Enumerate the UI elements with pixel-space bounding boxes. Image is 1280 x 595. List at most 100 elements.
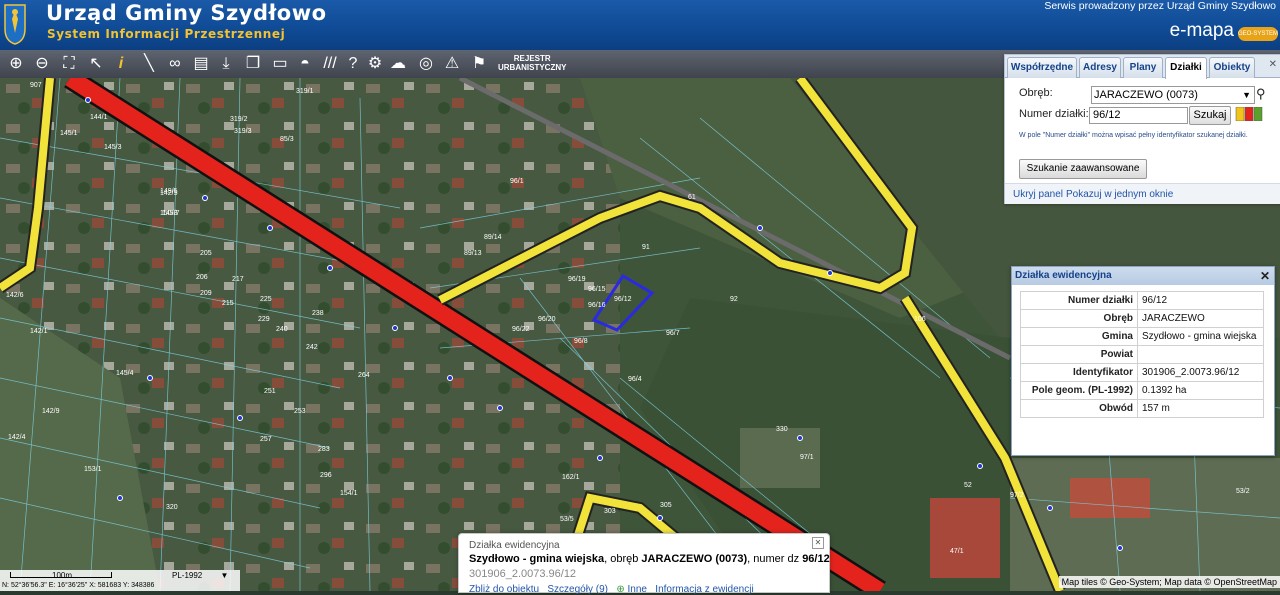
- row-key: Pole geom. (PL-1992): [1020, 381, 1138, 400]
- parcel-label: 242: [306, 344, 318, 351]
- hide-panel-link[interactable]: Ukryj panel: [1013, 189, 1063, 200]
- popup-gmina: Szydłowo - gmina wiejska: [469, 553, 605, 565]
- parcel-label: 145/1: [60, 130, 78, 137]
- zoom-extent-icon[interactable]: ⛶: [57, 52, 81, 76]
- row-value: Szydłowo - gmina wiejska: [1137, 327, 1264, 346]
- popup-obreb: JARACZEWO (0073): [641, 553, 748, 565]
- zoom-out-icon[interactable]: ⊖: [30, 52, 54, 76]
- table-row: Obręb JARACZEWO: [1020, 309, 1264, 328]
- parcel-label: 96/20: [538, 316, 556, 323]
- parcel-info-title: Działka ewidencyjna: [1015, 270, 1112, 281]
- popup-text-numer: , numer dz: [747, 553, 803, 565]
- tab-obiekty[interactable]: Obiekty: [1209, 57, 1255, 78]
- warning-icon[interactable]: ⚠: [440, 52, 464, 76]
- single-window-link[interactable]: Pokazuj w jednym oknie: [1066, 189, 1173, 200]
- table-row: Obwód 157 m: [1020, 399, 1264, 418]
- parcel-label: 96/22: [512, 326, 530, 333]
- close-icon[interactable]: ✕: [1269, 59, 1277, 70]
- parcel-label: 142/9: [42, 408, 60, 415]
- row-value: [1137, 345, 1264, 364]
- download-icon[interactable]: ⤓: [214, 52, 238, 76]
- pin-icon[interactable]: ⚑: [467, 52, 491, 76]
- tab-plany[interactable]: Plany: [1123, 57, 1163, 78]
- parcel-label: 89/14: [484, 234, 502, 241]
- parcel-label: 253: [294, 408, 306, 415]
- tab-adresy[interactable]: Adresy: [1079, 57, 1121, 78]
- magnifier-icon[interactable]: ⚲: [1256, 86, 1266, 102]
- parcel-label: 96/8: [574, 338, 588, 345]
- obreb-label: Obręb:: [1019, 87, 1053, 99]
- rejestr-urbanistyczny-button[interactable]: REJESTR URBANISTYCZNY: [498, 54, 566, 72]
- other-link[interactable]: Inne: [627, 584, 646, 595]
- plus-icon[interactable]: ⊕: [616, 584, 624, 595]
- parcel-label: 97/1: [800, 454, 814, 461]
- parcel-label: 907: [30, 82, 42, 89]
- details-link[interactable]: Szczegóły (9): [547, 584, 608, 595]
- obreb-select-value: JARACZEWO (0073): [1094, 89, 1198, 101]
- parcel-label: 53/5: [560, 516, 574, 523]
- tab-wspolrzedne[interactable]: Współrzędne: [1007, 57, 1077, 78]
- parcel-label: 145/3: [104, 144, 122, 151]
- scale-bar-area: 100m PL-1992 ▼ N: 52°36'56.3" E: 16°36'2…: [0, 570, 240, 591]
- map-popup: ✕ Działka ewidencyjna Szydłowo - gmina w…: [458, 533, 830, 595]
- search-hint: W pole "Numer działki" można wpisać pełn…: [1019, 132, 1248, 139]
- layout-icon[interactable]: ▭: [268, 52, 292, 76]
- row-key: Identyfikator: [1020, 363, 1138, 382]
- popup-description: Szydłowo - gmina wiejska, obręb JARACZEW…: [469, 553, 830, 565]
- parcel-label: 225: [260, 296, 272, 303]
- registry-info-link[interactable]: Informacja z ewidencji: [655, 584, 753, 595]
- parcel-label: 145/4: [116, 370, 134, 377]
- app-subtitle: System Informacji Przestrzennej: [47, 27, 286, 41]
- parcel-label: 89/13: [464, 250, 482, 257]
- table-row: Gmina Szydłowo - gmina wiejska: [1020, 327, 1264, 346]
- coordinates-readout: N: 52°36'56.3" E: 16°36'25" X: 581683 Y:…: [2, 582, 155, 589]
- row-value: 96/12: [1137, 291, 1264, 310]
- parcel-label: 142/4: [8, 434, 26, 441]
- projection-select[interactable]: PL-1992 ▼: [172, 571, 228, 580]
- search-panel: Współrzędne Adresy Plany Działki Obiekty…: [1004, 54, 1280, 204]
- search-map-icon[interactable]: ◎: [414, 52, 438, 76]
- nr-dzialki-input[interactable]: 96/12: [1089, 107, 1188, 124]
- close-icon[interactable]: ✕: [1260, 267, 1270, 285]
- rejestr-line1: REJESTR: [513, 54, 551, 63]
- parcel-label: 264: [358, 372, 370, 379]
- comment-icon[interactable]: ◓: [293, 52, 317, 76]
- layers-icon[interactable]: ❐: [241, 52, 265, 76]
- tab-dzialki[interactable]: Działki: [1165, 57, 1207, 79]
- info-icon[interactable]: i: [109, 52, 133, 76]
- parcel-label: 97/2: [1010, 492, 1024, 499]
- link-icon[interactable]: ∞: [163, 52, 187, 76]
- search-button[interactable]: Szukaj: [1189, 106, 1231, 125]
- pointer-icon[interactable]: ↖: [84, 52, 108, 76]
- print-icon[interactable]: ▤: [189, 52, 213, 76]
- parcel-label: 206: [196, 274, 208, 281]
- parcel-label: 91: [642, 244, 650, 251]
- parcel-label: 305: [660, 502, 672, 509]
- coat-of-arms-logo: [4, 4, 26, 45]
- parcel-label: 85/3: [280, 136, 294, 143]
- help-icon[interactable]: ?: [341, 52, 365, 76]
- settings-icon[interactable]: ⚙: [363, 52, 387, 76]
- popup-text-obreb: , obręb: [604, 553, 642, 565]
- close-icon[interactable]: ✕: [812, 537, 824, 549]
- hatch-icon[interactable]: ///: [318, 52, 342, 76]
- parcel-label: 144/1: [90, 114, 108, 121]
- obreb-select[interactable]: JARACZEWO (0073) ▼: [1091, 86, 1255, 104]
- color-style-icon[interactable]: [1235, 107, 1265, 121]
- parcel-label: 319/2: [230, 116, 248, 123]
- zoom-in-icon[interactable]: ⊕: [4, 52, 28, 76]
- advanced-search-button[interactable]: Szukanie zaawansowane: [1019, 159, 1147, 179]
- parcel-label: 319/3: [234, 128, 252, 135]
- row-value: 0.1392 ha: [1137, 381, 1264, 400]
- parcel-label: 92: [730, 296, 738, 303]
- app-header: Urząd Gminy Szydłowo System Informacji P…: [0, 0, 1280, 50]
- parcel-label: 142/6: [6, 292, 24, 299]
- measure-icon[interactable]: ╲: [137, 52, 161, 76]
- parcel-label: 154/1: [340, 490, 358, 497]
- cloud-icon[interactable]: ☁: [386, 52, 410, 76]
- zoom-to-object-link[interactable]: Zbliż do obiektu: [469, 584, 539, 595]
- parcel-label: 162/1: [562, 474, 580, 481]
- parcel-label: 153/1: [84, 466, 102, 473]
- parcel-label: 229: [258, 316, 270, 323]
- parcel-label: 251: [264, 388, 276, 395]
